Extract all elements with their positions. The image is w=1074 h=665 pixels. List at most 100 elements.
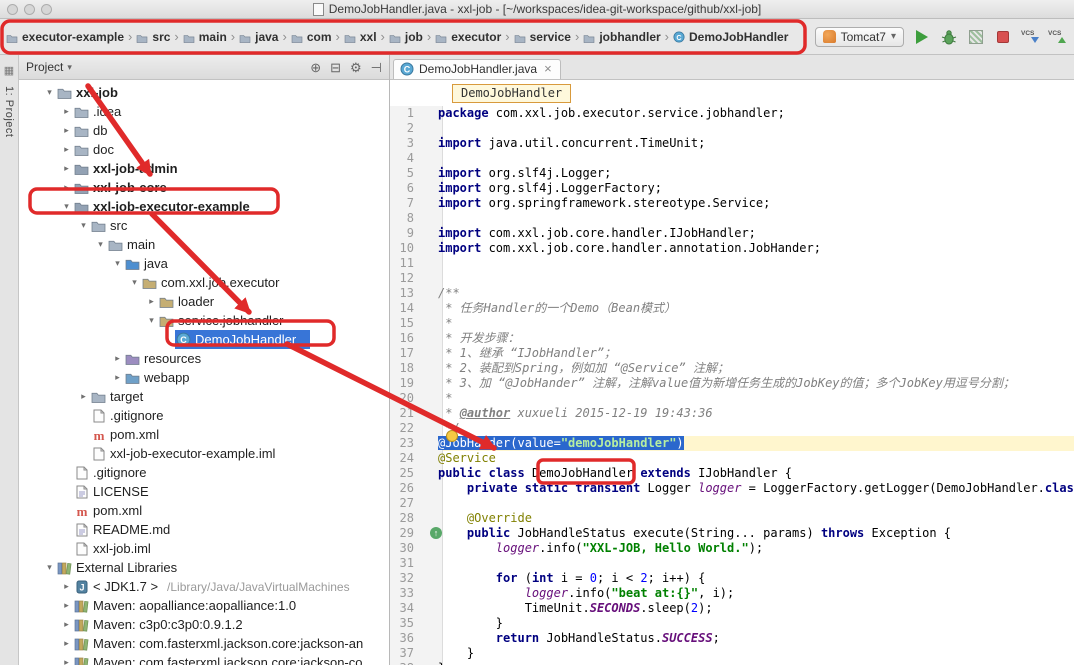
tree-item-db[interactable]: ▸db (19, 121, 389, 140)
code-line[interactable]: 19 * 3、加 “@JobHander” 注解，注解value值为新增任务生成… (390, 376, 1074, 391)
code-line[interactable]: 11 (390, 256, 1074, 271)
close-window-button[interactable] (7, 4, 18, 15)
code-line[interactable]: 21 * @author xuxueli 2015-12-19 19:43:36 (390, 406, 1074, 421)
code-line[interactable]: 17 * 1、继承 “IJobHandler”； (390, 346, 1074, 361)
code-line[interactable]: 16 * 开发步骤： (390, 331, 1074, 346)
breadcrumb-item-com[interactable]: com (289, 28, 334, 46)
run-button[interactable] (913, 28, 931, 46)
tree-item-doc[interactable]: ▸doc (19, 140, 389, 159)
collapsed-arrow-icon[interactable]: ▸ (60, 638, 73, 649)
expanded-arrow-icon[interactable]: ▾ (145, 315, 158, 326)
structure-chip[interactable]: DemoJobHandler (452, 84, 571, 103)
code-line[interactable]: 6import org.slf4j.LoggerFactory; (390, 181, 1074, 196)
code-line[interactable]: 13/** (390, 286, 1074, 301)
tree-item--jdk1-7-[interactable]: ▸J< JDK1.7 >/Library/Java/JavaVirtualMac… (19, 577, 389, 596)
tree-item-pom-xml[interactable]: mpom.xml (19, 425, 389, 444)
breadcrumb-item-jobhandler[interactable]: jobhandler (581, 28, 662, 46)
tree-item-com-xxl-job-executor[interactable]: ▾com.xxl.job.executor (19, 273, 389, 292)
tree-item-maven-c3p0-c3p0-0-9-1-2[interactable]: ▸Maven: c3p0:c3p0:0.9.1.2 (19, 615, 389, 634)
breadcrumb-item-service[interactable]: service (512, 28, 573, 46)
code-line[interactable]: 29↑ public JobHandleStatus execute(Strin… (390, 526, 1074, 541)
breadcrumb-item-src[interactable]: src (134, 28, 172, 46)
code-line[interactable]: 37 } (390, 646, 1074, 661)
collapsed-arrow-icon[interactable]: ▸ (60, 600, 73, 611)
tree-item-service-jobhandler[interactable]: ▾service.jobhandler (19, 311, 389, 330)
vcs-update-button[interactable]: VCS (1021, 28, 1039, 46)
breadcrumb-item-executor[interactable]: executor (433, 28, 503, 46)
collapsed-arrow-icon[interactable]: ▸ (111, 353, 124, 364)
tree-item-license[interactable]: LICENSE (19, 482, 389, 501)
code-line[interactable]: 5import org.slf4j.Logger; (390, 166, 1074, 181)
tree-item-demojobhandler[interactable]: CDemoJobHandler (19, 330, 389, 349)
collapsed-arrow-icon[interactable]: ▸ (77, 391, 90, 402)
chevron-down-icon[interactable]: ▾ (67, 62, 72, 73)
code-line[interactable]: 14 * 任务Handler的一个Demo（Bean模式） (390, 301, 1074, 316)
tree-item-xxl-job-core[interactable]: ▸xxl-job-core (19, 178, 389, 197)
tree-item-maven-com-fasterxml-jackson-core-jackson-an[interactable]: ▸Maven: com.fasterxml.jackson.core:jacks… (19, 634, 389, 653)
collapsed-arrow-icon[interactable]: ▸ (60, 106, 73, 117)
code-line[interactable]: 4 (390, 151, 1074, 166)
code-line[interactable]: 8 (390, 211, 1074, 226)
code-editor[interactable]: 1package com.xxl.job.executor.service.jo… (390, 106, 1074, 665)
tree-item-xxl-job-iml[interactable]: xxl-job.iml (19, 539, 389, 558)
code-line[interactable]: 18 * 2、装配到Spring，例如加 “@Service” 注解； (390, 361, 1074, 376)
tree-item-xxl-job-admin[interactable]: ▸xxl-job-admin (19, 159, 389, 178)
close-tab-icon[interactable]: × (544, 64, 552, 74)
code-line[interactable]: 33 logger.info("beat at:{}", i); (390, 586, 1074, 601)
vcs-commit-button[interactable]: VCS (1048, 28, 1066, 46)
code-line[interactable]: 25public class DemoJobHandler extends IJ… (390, 466, 1074, 481)
expanded-arrow-icon[interactable]: ▾ (77, 220, 90, 231)
breadcrumb-item-xxl[interactable]: xxl (342, 28, 379, 46)
debug-button[interactable] (940, 28, 958, 46)
collapsed-arrow-icon[interactable]: ▸ (60, 125, 73, 136)
stop-button[interactable] (994, 28, 1012, 46)
expanded-arrow-icon[interactable]: ▾ (111, 258, 124, 269)
breadcrumb-item-job[interactable]: job (387, 28, 425, 46)
code-line[interactable]: 23@JobHander(value="demoJobHandler") (390, 436, 1074, 451)
project-tool-button[interactable]: 1: Project (3, 86, 15, 137)
tree-item-webapp[interactable]: ▸webapp (19, 368, 389, 387)
coverage-button[interactable] (967, 28, 985, 46)
code-line[interactable]: 27 (390, 496, 1074, 511)
expanded-arrow-icon[interactable]: ▾ (94, 239, 107, 250)
expanded-arrow-icon[interactable]: ▾ (43, 562, 56, 573)
tab-demojobhandler[interactable]: C DemoJobHandler.java × (393, 59, 561, 79)
code-line[interactable]: 36 return JobHandleStatus.SUCCESS; (390, 631, 1074, 646)
collapsed-arrow-icon[interactable]: ▸ (60, 619, 73, 630)
code-line[interactable]: 2 (390, 121, 1074, 136)
expanded-arrow-icon[interactable]: ▾ (128, 277, 141, 288)
code-line[interactable]: 1package com.xxl.job.executor.service.jo… (390, 106, 1074, 121)
expanded-arrow-icon[interactable]: ▾ (43, 87, 56, 98)
collapsed-arrow-icon[interactable]: ▸ (111, 372, 124, 383)
tree-item-loader[interactable]: ▸loader (19, 292, 389, 311)
collapsed-arrow-icon[interactable]: ▸ (60, 581, 73, 592)
code-line[interactable]: 9import com.xxl.job.core.handler.IJobHan… (390, 226, 1074, 241)
code-line[interactable]: 10import com.xxl.job.core.handler.annota… (390, 241, 1074, 256)
code-line[interactable]: 24@Service (390, 451, 1074, 466)
tree-item-external-libraries[interactable]: ▾External Libraries (19, 558, 389, 577)
collapsed-arrow-icon[interactable]: ▸ (60, 144, 73, 155)
locate-icon[interactable]: ⊕ (310, 61, 321, 74)
tree-item-java[interactable]: ▾java (19, 254, 389, 273)
override-icon[interactable]: ↑ (430, 527, 442, 539)
collapse-all-icon[interactable]: ⊟ (330, 61, 341, 74)
intention-bulb-icon[interactable] (446, 430, 458, 442)
run-configuration-select[interactable]: Tomcat7 ▾ (815, 27, 904, 47)
code-line[interactable]: 31 (390, 556, 1074, 571)
tree-item-xxl-job-executor-example[interactable]: ▾xxl-job-executor-example (19, 197, 389, 216)
collapsed-arrow-icon[interactable]: ▸ (60, 182, 73, 193)
code-line[interactable]: 26 private static transient Logger logge… (390, 481, 1074, 496)
tree-item-target[interactable]: ▸target (19, 387, 389, 406)
breadcrumb-item-executor-example[interactable]: executor-example (4, 28, 126, 46)
collapsed-arrow-icon[interactable]: ▸ (145, 296, 158, 307)
code-line[interactable]: 3import java.util.concurrent.TimeUnit; (390, 136, 1074, 151)
tree-item-xxl-job-executor-example-iml[interactable]: xxl-job-executor-example.iml (19, 444, 389, 463)
code-line[interactable]: 38} (390, 661, 1074, 665)
code-line[interactable]: 28 @Override (390, 511, 1074, 526)
tree-item-maven-aopalliance-aopalliance-1-0[interactable]: ▸Maven: aopalliance:aopalliance:1.0 (19, 596, 389, 615)
tree-item--gitignore[interactable]: .gitignore (19, 406, 389, 425)
minimize-window-button[interactable] (24, 4, 35, 15)
tree-item--gitignore[interactable]: .gitignore (19, 463, 389, 482)
collapsed-arrow-icon[interactable]: ▸ (60, 657, 73, 665)
tree-item-src[interactable]: ▾src (19, 216, 389, 235)
